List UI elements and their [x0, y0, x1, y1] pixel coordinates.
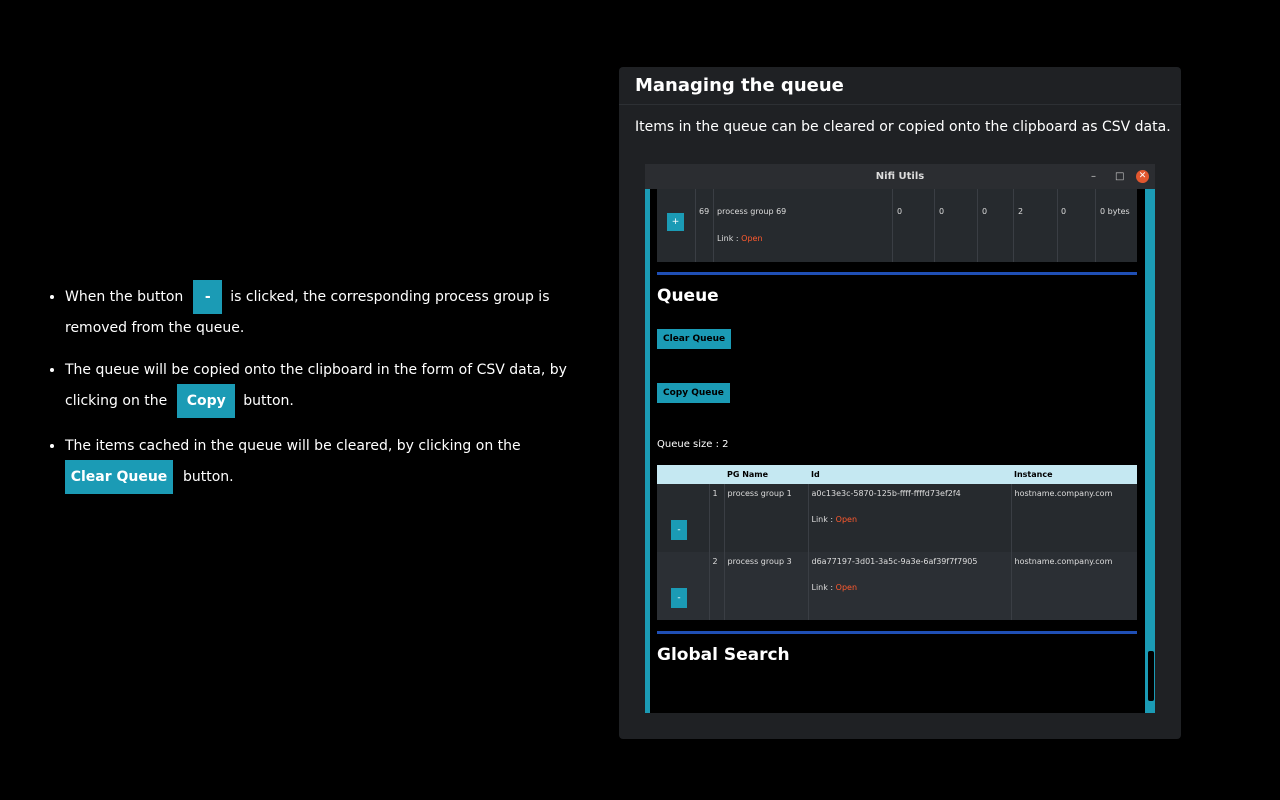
- copy-button[interactable]: Copy: [177, 384, 236, 418]
- app-copy-queue-button[interactable]: Copy Queue: [657, 383, 730, 403]
- pg-name-cell: process group 3: [723, 552, 808, 620]
- window-titlebar: Nifi Utils – □ ✕: [645, 164, 1155, 189]
- scrollbar[interactable]: [1145, 189, 1155, 713]
- bullet-text: The queue will be copied onto the clipbo…: [65, 362, 567, 409]
- card-title: Managing the queue: [619, 67, 1181, 105]
- link-label: Link :: [811, 583, 834, 592]
- table-row: - 1 process group 1 a0c13e3c-5870-125b-f…: [657, 484, 1137, 552]
- open-link[interactable]: Open: [741, 234, 762, 243]
- table-header-row: PG Name Id Instance: [657, 465, 1137, 484]
- clear-queue-button[interactable]: Clear Queue: [65, 460, 173, 494]
- row-number: 2: [708, 552, 724, 620]
- cell-divider: [977, 189, 978, 262]
- queue-table: PG Name Id Instance - 1 process group 1 …: [657, 465, 1137, 620]
- pg-uuid: a0c13e3c-5870-125b-ffff-ffffd73ef2f4: [811, 489, 961, 498]
- remove-button[interactable]: -: [193, 280, 223, 314]
- open-link[interactable]: Open: [836, 583, 857, 592]
- pg-link: Link : Open: [717, 234, 763, 243]
- instruction-list: When the button-is clicked, the correspo…: [46, 280, 610, 494]
- id-cell: a0c13e3c-5870-125b-ffff-ffffd73ef2f4 Link…: [807, 484, 1011, 552]
- bullet-text: The items cached in the queue will be cl…: [65, 438, 521, 454]
- bullet-copy: The queue will be copied onto the clipbo…: [65, 356, 610, 418]
- cell-divider: [892, 189, 893, 262]
- pg-value: 0: [1061, 207, 1067, 216]
- section-divider: [657, 272, 1137, 275]
- bullet-remove: When the button-is clicked, the correspo…: [65, 280, 610, 342]
- instance-cell: hostname.company.com: [1010, 552, 1137, 620]
- remove-from-queue-button[interactable]: -: [671, 520, 687, 540]
- pg-id: 69: [699, 207, 710, 216]
- action-cell: -: [657, 552, 709, 620]
- bullet-text: button.: [183, 469, 234, 485]
- column-header: [657, 465, 709, 484]
- cell-divider: [1057, 189, 1058, 262]
- link-label: Link :: [811, 515, 834, 524]
- scrollbar-thumb[interactable]: [1148, 651, 1154, 701]
- column-header: Id: [808, 465, 1011, 484]
- pg-uuid: d6a77197-3d01-3a5c-9a3e-6af39f7f7905: [811, 557, 978, 566]
- bullet-text: button.: [243, 393, 294, 409]
- app-content: + 69 process group 69 0 0 0 2 0 0 bytes …: [657, 189, 1137, 713]
- pg-value: 2: [1018, 207, 1024, 216]
- bullet-clear: The items cached in the queue will be cl…: [65, 432, 610, 494]
- pg-name-cell: process group 1: [723, 484, 808, 552]
- cell-divider: [1095, 189, 1096, 262]
- global-search-heading: Global Search: [657, 645, 790, 665]
- pg-size: 0 bytes: [1100, 207, 1130, 216]
- pg-link: Link : Open: [812, 515, 1008, 524]
- table-row: - 2 process group 3 d6a77197-3d01-3a5c-9…: [657, 552, 1137, 620]
- row-number: 1: [708, 484, 724, 552]
- open-link[interactable]: Open: [836, 515, 857, 524]
- cell-divider: [713, 189, 714, 262]
- card-description: Items in the queue can be cleared or cop…: [635, 119, 1171, 135]
- add-to-queue-button[interactable]: +: [667, 213, 684, 231]
- column-header: [709, 465, 724, 484]
- bullet-text: When the button: [65, 289, 184, 305]
- cell-divider: [695, 189, 696, 262]
- pg-value: 0: [897, 207, 903, 216]
- close-icon[interactable]: ✕: [1136, 170, 1149, 183]
- pg-value: 0: [939, 207, 945, 216]
- action-cell: -: [657, 484, 709, 552]
- pg-name: process group 69: [717, 207, 787, 216]
- app-window: Nifi Utils – □ ✕ + 69 process group 69 0: [645, 164, 1155, 713]
- queue-size: Queue size : 2: [657, 439, 729, 450]
- column-header: Instance: [1011, 465, 1137, 484]
- app-clear-queue-button[interactable]: Clear Queue: [657, 329, 732, 349]
- section-divider: [657, 631, 1137, 634]
- link-label: Link :: [717, 234, 739, 243]
- process-group-row: + 69 process group 69 0 0 0 2 0 0 bytes …: [657, 189, 1137, 262]
- remove-from-queue-button[interactable]: -: [671, 588, 687, 608]
- id-cell: d6a77197-3d01-3a5c-9a3e-6af39f7f7905 Link…: [807, 552, 1011, 620]
- queue-card: Managing the queue Items in the queue ca…: [619, 67, 1181, 739]
- cell-divider: [1013, 189, 1014, 262]
- window-title: Nifi Utils: [875, 171, 925, 182]
- maximize-icon[interactable]: □: [1115, 164, 1124, 189]
- pg-link: Link : Open: [812, 583, 1008, 592]
- minimize-icon[interactable]: –: [1091, 164, 1096, 189]
- pg-value: 0: [982, 207, 988, 216]
- left-border: [645, 189, 650, 713]
- queue-heading: Queue: [657, 286, 719, 306]
- cell-divider: [934, 189, 935, 262]
- instance-cell: hostname.company.com: [1010, 484, 1137, 552]
- column-header: PG Name: [724, 465, 808, 484]
